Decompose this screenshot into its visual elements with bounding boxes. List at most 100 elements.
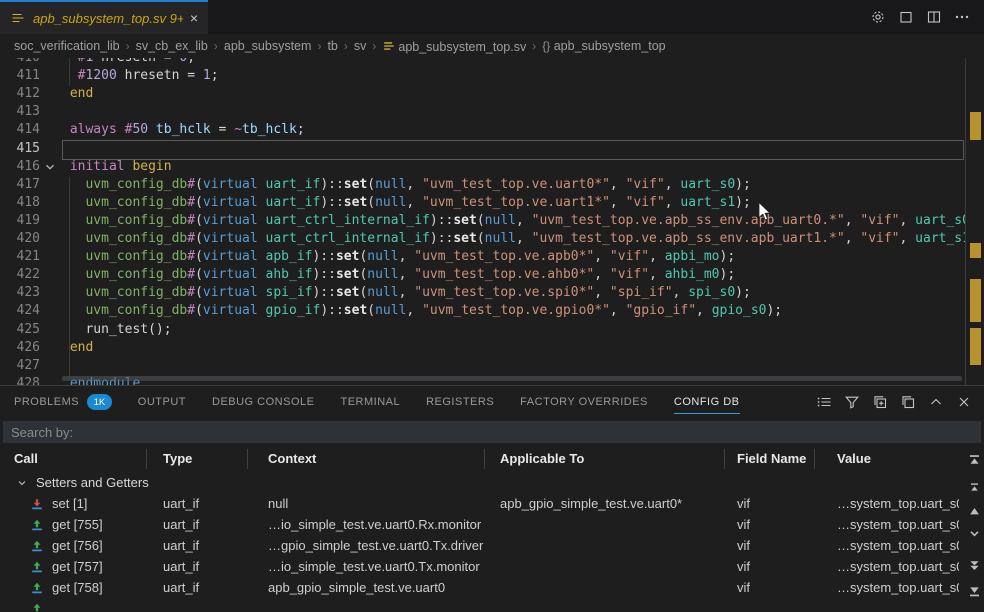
line-number: 418 — [0, 195, 40, 210]
settings-gear-icon[interactable] — [870, 9, 886, 25]
duplicate-icon[interactable] — [900, 394, 916, 410]
cell-type: uart_if — [147, 496, 248, 511]
overview-ruler[interactable] — [966, 58, 984, 385]
panel-tab-label: REGISTERS — [426, 396, 494, 408]
scroll-top-icon[interactable] — [968, 454, 981, 467]
line-number: 425 — [0, 322, 40, 337]
group-label: Setters and Getters — [36, 475, 149, 490]
code-line-413[interactable]: 413 — [0, 104, 965, 123]
panel-tab-output[interactable]: OUTPUT — [138, 386, 186, 418]
panel-tab-terminal[interactable]: TERMINAL — [340, 386, 400, 418]
code-line-411[interactable]: 411 #1200 hresetn = 1; — [0, 68, 965, 87]
column-header-call[interactable]: Call — [0, 449, 147, 469]
scroll-top-small-icon[interactable] — [968, 481, 981, 494]
code-line-417[interactable]: 417 uvm_config_db#(virtual uart_if)::set… — [0, 177, 965, 196]
search-input[interactable] — [3, 421, 981, 443]
tab-title: apb_subsystem_top.sv 9+, C — [33, 11, 183, 26]
config-db-row-set-1[interactable]: set [1]uart_ifnullapb_gpio_simple_test.v… — [0, 493, 984, 514]
chevron-up-icon[interactable] — [928, 394, 944, 410]
code-text: uvm_config_db#(virtual uart_ctrl_interna… — [62, 231, 965, 246]
split-editor-icon[interactable] — [926, 9, 942, 25]
bottom-panel: PROBLEMS1K OUTPUT DEBUG CONSOLE TERMINAL REG… — [0, 385, 984, 612]
code-line-418[interactable]: 418 uvm_config_db#(virtual uart_if)::set… — [0, 195, 965, 214]
config-db-row-get-755[interactable]: get [755]uart_if…io_simple_test.ve.uart0… — [0, 514, 984, 535]
horizontal-scrollbar[interactable] — [62, 376, 962, 381]
chevron-down-icon[interactable] — [968, 527, 981, 540]
config-db-row-get-756[interactable]: get [756]uart_if…gpio_simple_test.ve.uar… — [0, 535, 984, 556]
line-number: 411 — [0, 68, 40, 83]
triangle-up-icon[interactable] — [968, 505, 981, 518]
breadcrumb-item-sv[interactable]: sv — [354, 39, 367, 53]
code-line-424[interactable]: 424 uvm_config_db#(virtual gpio_if)::set… — [0, 303, 965, 322]
breadcrumb-separator: › — [372, 39, 376, 53]
line-number: 428 — [0, 376, 40, 385]
get-icon — [30, 539, 44, 553]
panel-tab-bar: PROBLEMS1K OUTPUT DEBUG CONSOLE TERMINAL REG… — [0, 386, 984, 418]
panel-tab-registers[interactable]: REGISTERS — [426, 386, 494, 418]
cell-call: get [757] — [0, 559, 147, 574]
more-actions-icon[interactable] — [954, 9, 970, 25]
panel-tab-label: DEBUG CONSOLE — [212, 396, 314, 408]
column-header-field-name[interactable]: Field Name — [725, 449, 815, 469]
cell-type: uart_if — [147, 580, 248, 595]
scroll-bottom-icon[interactable] — [968, 585, 981, 598]
duplicate-plus-icon[interactable] — [872, 394, 888, 410]
code-text: uvm_config_db#(virtual uart_if)::set(nul… — [62, 177, 751, 192]
editor-tab-bar: apb_subsystem_top.sv 9+, C × — [0, 0, 984, 34]
code-line-426[interactable]: 426 end — [0, 340, 965, 359]
config-db-row-get-758[interactable]: get [758]uart_ifapb_gpio_simple_test.ve.… — [0, 577, 984, 598]
cell-value: …system_top.uart_s0 — [815, 496, 959, 511]
braces-icon: {} — [542, 39, 550, 53]
code-line-427[interactable]: 427 — [0, 358, 965, 377]
panel-tab-problems[interactable]: PROBLEMS1K — [14, 386, 112, 418]
line-number: 427 — [0, 358, 40, 373]
panel-tab-config-db[interactable]: CONFIG DB — [674, 386, 740, 418]
chevron-down-icon[interactable] — [43, 160, 57, 174]
editor-tab-apb-subsystem-top[interactable]: apb_subsystem_top.sv 9+, C × — [0, 0, 208, 34]
code-line-420[interactable]: 420 uvm_config_db#(virtual uart_ctrl_int… — [0, 231, 965, 250]
breadcrumb-item-symbol[interactable]: {} apb_subsystem_top — [542, 39, 665, 53]
layout-square-icon[interactable] — [898, 9, 914, 25]
code-line-425[interactable]: 425 run_test(); — [0, 322, 965, 341]
column-header-value[interactable]: Value — [815, 449, 959, 469]
breadcrumb-item-sv_cb_ex_lib[interactable]: sv_cb_ex_lib — [136, 39, 208, 53]
view-list-icon[interactable] — [816, 394, 832, 410]
breadcrumb-item-file[interactable]: apb_subsystem_top.sv — [382, 39, 526, 54]
code-line-412[interactable]: 412 end — [0, 86, 965, 105]
cell-context: …io_simple_test.ve.uart0.Rx.monitor — [248, 517, 485, 532]
column-header-applicable-to[interactable]: Applicable To — [485, 449, 725, 469]
double-chevron-down-icon[interactable] — [968, 559, 981, 572]
breadcrumb-item-soc_verification_lib[interactable]: soc_verification_lib — [14, 39, 120, 53]
code-line-421[interactable]: 421 uvm_config_db#(virtual apb_if)::set(… — [0, 249, 965, 268]
line-number: 423 — [0, 285, 40, 300]
cell-field_name: vif — [725, 559, 815, 574]
code-text: uvm_config_db#(virtual ahb_if)::set(null… — [62, 267, 735, 282]
line-number: 416 — [0, 159, 40, 174]
code-line-422[interactable]: 422 uvm_config_db#(virtual ahb_if)::set(… — [0, 267, 965, 286]
tab-decoration: 9+, C — [170, 11, 183, 26]
code-line-416[interactable]: 416 initial begin — [0, 159, 965, 178]
group-row-setters-and-getters[interactable]: Setters and Getters — [0, 472, 984, 493]
close-tab-icon[interactable]: × — [190, 11, 198, 25]
column-header-context[interactable]: Context — [248, 449, 485, 469]
code-editor[interactable]: 410 #1 hresetn = 0;411 #1200 hresetn = 1… — [0, 58, 984, 385]
cell-value: …system_top.uart_s0 — [815, 559, 959, 574]
panel-tab-factory-overrides[interactable]: FACTORY OVERRIDES — [520, 386, 648, 418]
filter-icon[interactable] — [844, 394, 860, 410]
line-number: 419 — [0, 213, 40, 228]
config-db-row[interactable] — [0, 598, 984, 612]
breadcrumb-item-tb[interactable]: tb — [327, 39, 337, 53]
cell-context: …io_simple_test.ve.uart0.Tx.monitor — [248, 559, 485, 574]
code-line-415[interactable]: 415 — [0, 141, 965, 160]
mouse-cursor — [758, 202, 772, 222]
code-line-419[interactable]: 419 uvm_config_db#(virtual uart_ctrl_int… — [0, 213, 965, 232]
panel-tab-debug-console[interactable]: DEBUG CONSOLE — [212, 386, 314, 418]
config-db-row-get-757[interactable]: get [757]uart_if…io_simple_test.ve.uart0… — [0, 556, 984, 577]
line-number: 412 — [0, 86, 40, 101]
panel-tab-label: PROBLEMS — [14, 396, 79, 408]
breadcrumb-item-apb_subsystem[interactable]: apb_subsystem — [224, 39, 312, 53]
vscode-window: apb_subsystem_top.sv 9+, C × soc_verific… — [0, 0, 984, 612]
cell-type: uart_if — [147, 517, 248, 532]
code-line-423[interactable]: 423 uvm_config_db#(virtual spi_if)::set(… — [0, 285, 965, 304]
column-header-type[interactable]: Type — [147, 449, 248, 469]
